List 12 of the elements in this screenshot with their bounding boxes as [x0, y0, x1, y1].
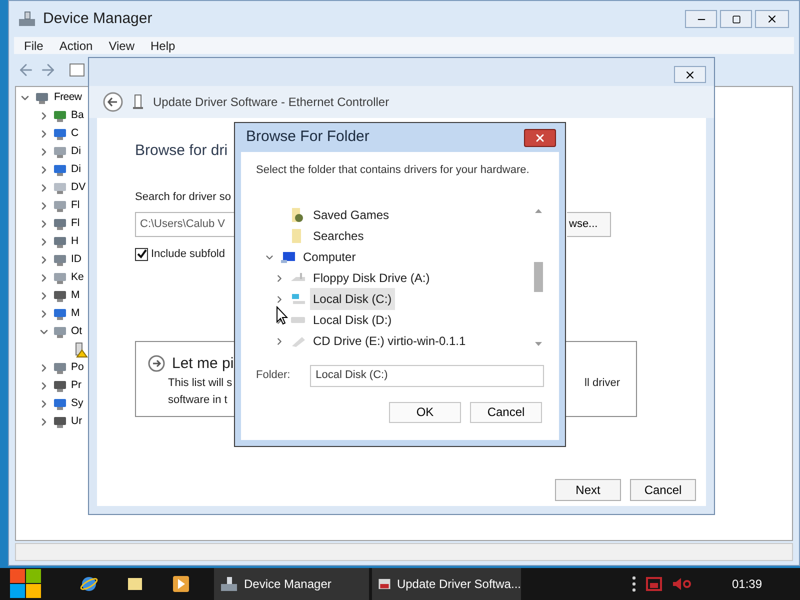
field-label: Folder: [256, 368, 292, 384]
option-description: ll driver [584, 376, 620, 391]
field-label: Search for driver so [135, 190, 232, 204]
page-heading: Browse for dri [135, 141, 229, 161]
checkbox-label: Include subfold [151, 247, 225, 262]
dialog-title: Browse For Folder [246, 127, 370, 148]
option-description: software in t [167, 392, 228, 408]
option-description: This list will s [168, 376, 232, 391]
dialog-title: Update Driver Software - Ethernet Controller [153, 94, 390, 111]
instruction-text: Select the folder that contains drivers for your hardware. [256, 163, 530, 178]
option-title: Let me pi [172, 354, 234, 374]
window-title: Device Manager [43, 8, 152, 29]
